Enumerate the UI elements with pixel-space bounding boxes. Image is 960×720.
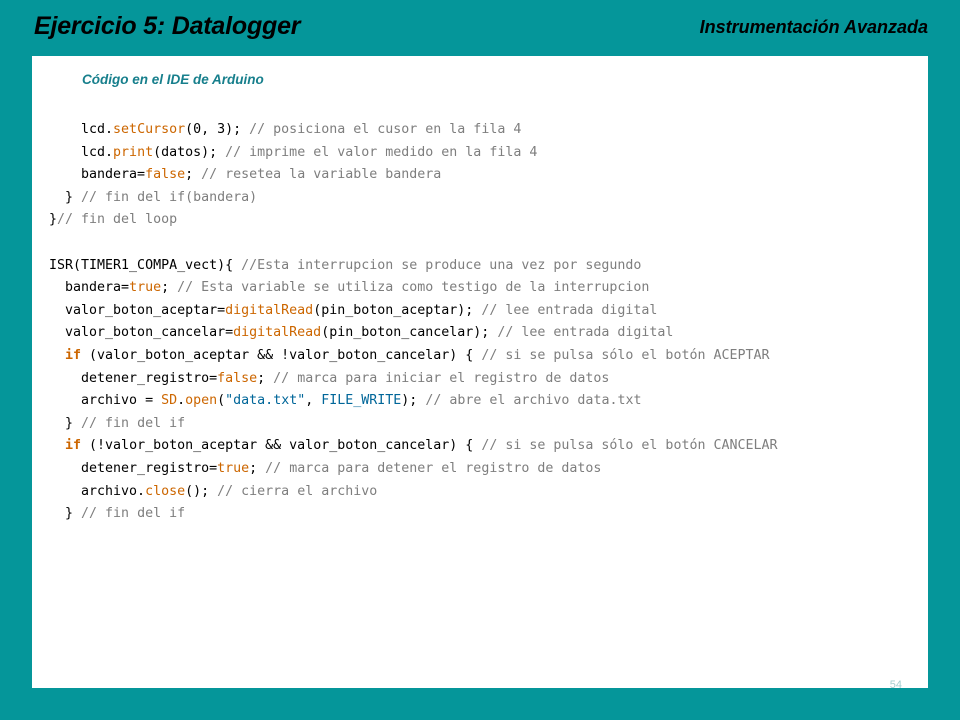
code-text: archivo = xyxy=(49,393,162,409)
code-line: ISR(TIMER1_COMPA_vect){ //Esta interrupc… xyxy=(49,255,778,278)
code-keyword: close xyxy=(145,483,186,499)
code-text: detener_registro= xyxy=(49,370,218,386)
code-line: lcd.setCursor(0, 3); // posiciona el cus… xyxy=(49,119,778,142)
code-text: (0, 3); xyxy=(185,122,250,137)
code-comment: // fin del if xyxy=(81,415,186,431)
code-comment: // resetea la variable bandera xyxy=(201,167,442,183)
code-string: "data.txt" xyxy=(225,393,306,409)
code-keyword: true xyxy=(217,460,250,476)
code-text: ; xyxy=(161,280,178,296)
code-comment: // fin del loop xyxy=(57,212,178,228)
code-keyword: open xyxy=(185,393,218,409)
code-text: ISR(TIMER1_COMPA_vect){ xyxy=(49,257,242,273)
code-line: } // fin del if xyxy=(49,503,778,526)
code-line: } // fin del if xyxy=(49,413,778,436)
code-line: valor_boton_aceptar=digitalRead(pin_boto… xyxy=(49,300,778,323)
code-text: } xyxy=(49,212,58,228)
code-text: } xyxy=(49,506,82,522)
code-text: bandera= xyxy=(49,167,146,183)
code-text: lcd. xyxy=(49,144,114,160)
code-keyword: if xyxy=(65,347,82,363)
page-number: 54 xyxy=(889,679,902,691)
code-constant: FILE_WRITE xyxy=(321,393,402,409)
code-text: (pin_boton_aceptar); xyxy=(313,302,482,318)
code-line: lcd.print(datos); // imprime el valor me… xyxy=(49,142,778,165)
code-comment: // marca para iniciar el registro de dat… xyxy=(273,370,610,386)
code-text: (); xyxy=(185,483,218,499)
code-text: archivo. xyxy=(49,483,146,499)
code-comment: // fin del if(bandera) xyxy=(81,189,258,205)
code-text: valor_boton_cancelar= xyxy=(49,325,234,341)
code-keyword: print xyxy=(113,144,154,160)
code-comment: // abre el archivo data.txt xyxy=(425,393,642,409)
code-keyword: digitalRead xyxy=(225,302,314,318)
course-title: Instrumentación Avanzada xyxy=(699,17,928,37)
code-text: ; xyxy=(257,370,274,386)
code-text: , xyxy=(305,393,322,409)
code-line: }// fin del loop xyxy=(49,209,778,232)
code-line: bandera=true; // Esta variable se utiliz… xyxy=(49,277,778,300)
code-comment: // si se pulsa sólo el botón CANCELAR xyxy=(481,438,778,454)
code-text: bandera= xyxy=(49,280,130,296)
code-comment: //Esta interrupcion se produce una vez p… xyxy=(241,257,642,273)
slide-title: Ejercicio 5: Datalogger xyxy=(34,12,301,40)
code-line: archivo = SD.open("data.txt", FILE_WRITE… xyxy=(49,390,778,413)
code-line: valor_boton_cancelar=digitalRead(pin_bot… xyxy=(49,322,778,345)
code-line: bandera=false; // resetea la variable ba… xyxy=(49,164,778,187)
code-text: } xyxy=(49,415,82,431)
content-panel: Código en el IDE de Arduino lcd.setCurso… xyxy=(32,56,928,691)
code-text: ; xyxy=(185,167,202,183)
code-line: if (valor_boton_aceptar && !valor_boton_… xyxy=(49,345,778,368)
code-line: archivo.close(); // cierra el archivo xyxy=(49,481,778,504)
code-keyword: false xyxy=(217,370,258,386)
code-text: valor_boton_aceptar= xyxy=(49,302,226,318)
code-keyword: SD xyxy=(161,393,178,409)
code-block: lcd.setCursor(0, 3); // posiciona el cus… xyxy=(49,119,778,526)
code-comment: // Esta variable se utiliza como testigo… xyxy=(177,280,650,296)
code-comment: // fin del if xyxy=(81,506,186,522)
code-keyword: if xyxy=(65,438,82,454)
code-text: detener_registro= xyxy=(49,460,218,476)
code-comment: // marca para detener el registro de dat… xyxy=(265,460,602,476)
code-comment: // lee entrada digital xyxy=(497,325,674,341)
code-line: detener_registro=true; // marca para det… xyxy=(49,458,778,481)
code-comment: // cierra el archivo xyxy=(217,483,378,499)
code-line: } // fin del if(bandera) xyxy=(49,187,778,210)
code-keyword: false xyxy=(145,167,186,183)
code-text: . xyxy=(177,393,186,409)
code-keyword: setCursor xyxy=(113,122,186,137)
code-comment: // lee entrada digital xyxy=(481,302,658,318)
code-text: ); xyxy=(401,393,426,409)
code-keyword: true xyxy=(129,280,162,296)
code-text: (valor_boton_aceptar && !valor_boton_can… xyxy=(81,347,482,363)
code-text: (pin_boton_cancelar); xyxy=(321,325,498,341)
code-text: (datos); xyxy=(153,144,226,160)
code-line: if (!valor_boton_aceptar && valor_boton_… xyxy=(49,435,778,458)
code-text: ( xyxy=(217,393,226,409)
code-comment: // posiciona el cusor en la fila 4 xyxy=(249,122,522,137)
code-text: ; xyxy=(249,460,266,476)
panel-caption: Código en el IDE de Arduino xyxy=(82,72,264,87)
code-keyword: digitalRead xyxy=(233,325,322,341)
code-comment: // imprime el valor medido en la fila 4 xyxy=(225,144,538,160)
code-line: detener_registro=false; // marca para in… xyxy=(49,368,778,391)
code-comment: // si se pulsa sólo el botón ACEPTAR xyxy=(481,347,770,363)
code-text: } xyxy=(49,189,82,205)
code-text: lcd. xyxy=(49,122,114,137)
code-text: (!valor_boton_aceptar && valor_boton_can… xyxy=(81,438,482,454)
